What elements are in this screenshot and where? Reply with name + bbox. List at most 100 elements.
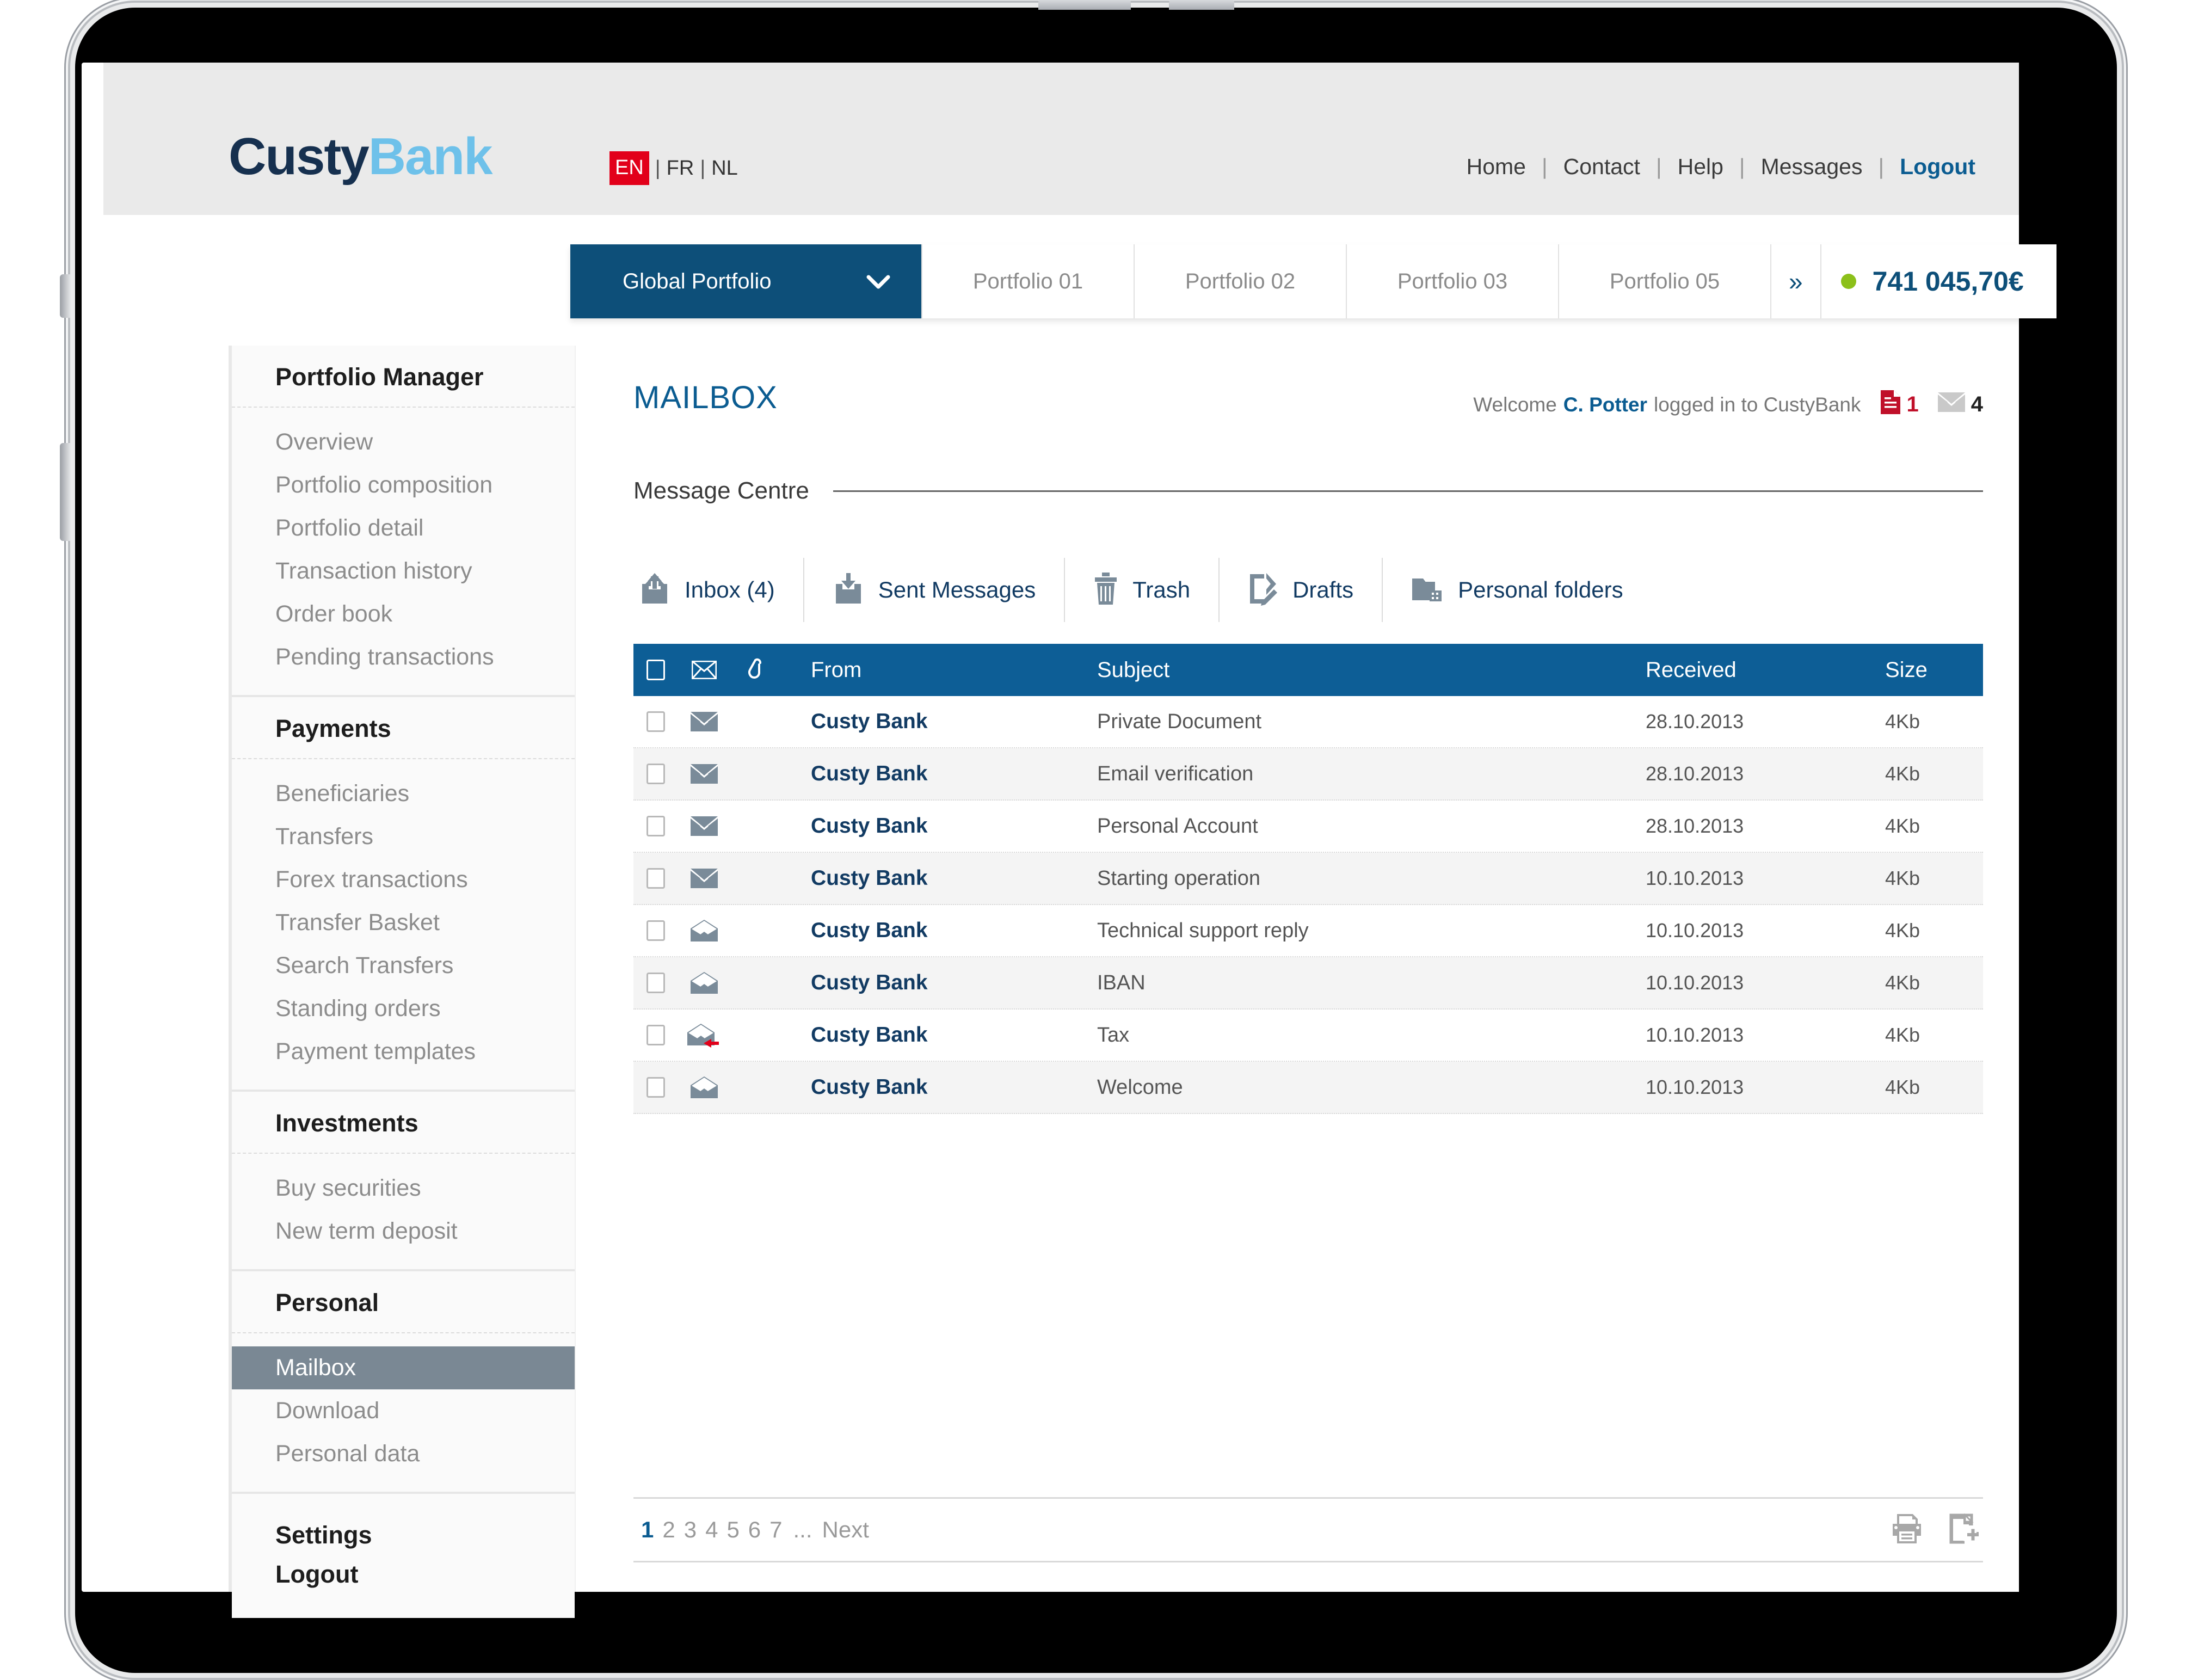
column-header-from[interactable]: From [783,658,1093,682]
folder-button-personal-folders[interactable]: Personal folders [1382,558,1652,622]
row-checkbox[interactable] [646,764,665,784]
row-checkbox[interactable] [646,1025,665,1045]
column-header-subject[interactable]: Subject [1093,658,1646,682]
table-row[interactable]: Custy Bank Private Document 28.10.2013 4… [633,696,1983,748]
print-icon[interactable] [1891,1513,1923,1546]
column-header-received[interactable]: Received [1646,658,1885,682]
portfolio-tabs-more-button[interactable]: » [1770,244,1820,318]
row-unread-envelope-icon[interactable] [678,816,730,836]
row-from[interactable]: Custy Bank [783,1075,1093,1099]
page-link-1[interactable]: 1 [638,1517,657,1543]
portfolio-tab-global[interactable]: Global Portfolio [570,244,921,318]
sidebar-item-forex-transactions[interactable]: Forex transactions [232,858,575,901]
message-badge[interactable]: 4 [1937,392,1983,417]
sidebar-item-overview[interactable]: Overview [232,421,575,464]
sidebar-item-new-term-deposit[interactable]: New term deposit [232,1210,575,1253]
language-option-nl[interactable]: NL [711,157,738,180]
sidebar-item-transfers[interactable]: Transfers [232,815,575,858]
nav-item-help[interactable]: Help [1678,154,1723,180]
page-link-4[interactable]: 4 [702,1517,721,1543]
page-link-5[interactable]: 5 [723,1517,742,1543]
row-replied-envelope-icon[interactable] [678,1023,730,1048]
table-row[interactable]: Custy Bank IBAN 10.10.2013 4Kb [633,957,1983,1010]
table-row[interactable]: Custy Bank Starting operation 10.10.2013… [633,853,1983,905]
welcome-username[interactable]: C. Potter [1563,393,1647,416]
sidebar-item-download[interactable]: Download [232,1389,575,1432]
row-checkbox-cell[interactable] [633,816,678,836]
device-power-button[interactable] [60,274,71,318]
row-unread-envelope-icon[interactable] [678,764,730,784]
row-from[interactable]: Custy Bank [783,971,1093,995]
row-checkbox-cell[interactable] [633,973,678,993]
portfolio-tab-01[interactable]: Portfolio 01 [921,244,1134,318]
sidebar-item-transfer-basket[interactable]: Transfer Basket [232,901,575,944]
page-link-3[interactable]: 3 [681,1517,700,1543]
sidebar-item-search-transfers[interactable]: Search Transfers [232,944,575,987]
table-row[interactable]: Custy Bank Technical support reply 10.10… [633,905,1983,957]
nav-item-home[interactable]: Home [1467,154,1526,180]
row-from[interactable]: Custy Bank [783,710,1093,734]
sidebar-item-pending-transactions[interactable]: Pending transactions [232,636,575,679]
column-header-select-all[interactable] [633,660,678,680]
folder-button-inbox[interactable]: Inbox (4) [633,558,803,622]
column-header-size[interactable]: Size [1885,658,1983,682]
row-from[interactable]: Custy Bank [783,1023,1093,1047]
row-subject[interactable]: IBAN [1093,971,1646,995]
row-checkbox[interactable] [646,868,665,889]
sidebar-item-standing-orders[interactable]: Standing orders [232,987,575,1030]
row-checkbox-cell[interactable] [633,1025,678,1045]
nav-item-logout[interactable]: Logout [1900,154,1975,180]
pagination-next-link[interactable]: Next [820,1517,869,1543]
sidebar-group-title-personal[interactable]: Personal [232,1271,575,1333]
row-checkbox-cell[interactable] [633,920,678,941]
row-subject[interactable]: Private Document [1093,710,1646,734]
portfolio-tab-02[interactable]: Portfolio 02 [1134,244,1346,318]
row-checkbox[interactable] [646,920,665,941]
table-row[interactable]: Custy Bank Welcome 10.10.2013 4Kb [633,1062,1983,1114]
sidebar-item-personal-data[interactable]: Personal data [232,1432,575,1475]
sidebar-group-title-portfolio-manager[interactable]: Portfolio Manager [232,346,575,408]
column-header-attachment[interactable] [730,658,783,682]
column-header-envelope[interactable] [678,661,730,679]
folder-button-trash[interactable]: Trash [1064,558,1218,622]
document-badge[interactable]: 1 [1880,389,1919,420]
portfolio-tab-05[interactable]: Portfolio 05 [1558,244,1770,318]
page-link-6[interactable]: 6 [745,1517,764,1543]
export-document-icon[interactable] [1949,1512,1979,1547]
sidebar-item-beneficiaries[interactable]: Beneficiaries [232,772,575,815]
sidebar-item-buy-securities[interactable]: Buy securities [232,1167,575,1210]
nav-item-messages[interactable]: Messages [1761,154,1863,180]
sidebar-item-order-book[interactable]: Order book [232,593,575,636]
row-checkbox[interactable] [646,816,665,836]
nav-item-contact[interactable]: Contact [1563,154,1640,180]
row-checkbox-cell[interactable] [633,1077,678,1098]
row-from[interactable]: Custy Bank [783,762,1093,786]
row-from[interactable]: Custy Bank [783,919,1093,943]
sidebar-group-title-investments[interactable]: Investments [232,1092,575,1154]
row-checkbox[interactable] [646,1077,665,1098]
sidebar-item-logout[interactable]: Logout [275,1555,575,1594]
sidebar-item-payment-templates[interactable]: Payment templates [232,1030,575,1073]
language-option-en[interactable]: EN [609,151,649,185]
row-subject[interactable]: Technical support reply [1093,919,1646,943]
sidebar-item-portfolio-detail[interactable]: Portfolio detail [232,507,575,550]
language-option-fr[interactable]: FR [667,157,694,180]
table-row[interactable]: Custy Bank Email verification 28.10.2013… [633,748,1983,801]
sidebar-item-transaction-history[interactable]: Transaction history [232,550,575,593]
row-unread-envelope-icon[interactable] [678,869,730,888]
row-checkbox[interactable] [646,973,665,993]
row-unread-envelope-icon[interactable] [678,712,730,731]
row-subject[interactable]: Starting operation [1093,867,1646,890]
row-checkbox[interactable] [646,711,665,732]
sidebar-group-title-payments[interactable]: Payments [232,697,575,759]
sidebar-item-portfolio-composition[interactable]: Portfolio composition [232,464,575,507]
select-all-checkbox[interactable] [646,660,665,680]
row-checkbox-cell[interactable] [633,764,678,784]
row-checkbox-cell[interactable] [633,711,678,732]
portfolio-tab-03[interactable]: Portfolio 03 [1346,244,1558,318]
sidebar-item-settings[interactable]: Settings [275,1516,575,1555]
row-subject[interactable]: Welcome [1093,1076,1646,1099]
custybank-logo[interactable]: CustyBank [229,131,492,183]
folder-button-sent[interactable]: Sent Messages [803,558,1064,622]
page-link-7[interactable]: 7 [766,1517,785,1543]
